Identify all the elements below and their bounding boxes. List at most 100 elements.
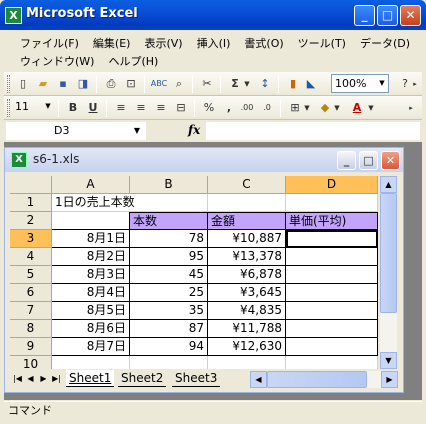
tab-sheet3[interactable]: Sheet3 [172,370,221,387]
tab-sheet1[interactable]: Sheet1 [66,370,115,387]
menu-format[interactable]: 書式(O) [238,33,291,51]
menu-data[interactable]: データ(D) [354,33,418,51]
open-icon[interactable]: ▰ [34,75,52,93]
tab-sheet2[interactable]: Sheet2 [118,370,167,387]
app-title-bar[interactable]: X Microsoft Excel _ □ ✕ [0,0,426,30]
toolbar-options-icon[interactable]: ▸ [406,99,416,117]
row-header[interactable]: 9 [10,338,52,356]
horizontal-scroll-thumb[interactable] [267,371,367,388]
workbook-close-button[interactable]: ✕ [381,151,400,170]
workbook-title-bar[interactable]: X s6-1.xls _ □ ✕ [5,148,403,172]
select-all-corner[interactable] [10,176,52,194]
cell-d10[interactable] [286,356,378,369]
cell-d9[interactable] [286,338,378,356]
cell-c10[interactable] [208,356,286,369]
column-header-a[interactable]: A [52,176,130,194]
row-header[interactable]: 5 [10,266,52,284]
cell-d3-active[interactable] [286,230,378,248]
formula-input[interactable] [206,122,420,140]
font-color-icon[interactable]: A [348,99,366,117]
cell-a6[interactable]: 8月4日 [52,284,130,302]
cell-c1[interactable] [208,194,286,212]
cut-icon[interactable]: ✂ [198,75,216,93]
column-header-d[interactable]: D [286,176,378,194]
cell-b4[interactable]: 95 [130,248,208,266]
save-icon[interactable]: ▪ [54,75,72,93]
cell-b10[interactable] [130,356,208,369]
last-sheet-icon[interactable]: ▶| [51,372,62,386]
first-sheet-icon[interactable]: |◀ [12,372,23,386]
align-left-icon[interactable]: ≡ [112,99,130,117]
prev-sheet-icon[interactable]: ◀ [25,372,36,386]
cell-c9[interactable]: ¥12,630 [208,338,286,356]
scroll-left-icon[interactable]: ◀ [250,371,267,388]
percent-style-button[interactable]: % [200,99,218,117]
drawing-icon[interactable]: ◣ [302,75,320,93]
spelling-icon[interactable]: ABC [150,75,168,93]
row-header[interactable]: 2 [10,212,52,230]
scroll-up-icon[interactable]: ▲ [380,176,397,193]
cell-d2[interactable]: 単価(平均) [286,212,378,230]
chevron-down-icon[interactable]: ▼ [42,98,54,115]
font-size-select[interactable]: 11 ▼ [12,98,54,117]
function-icon[interactable]: fx [188,123,200,137]
cell-c6[interactable]: ¥3,645 [208,284,286,302]
toolbar-options-icon[interactable]: ▸ [410,75,420,93]
cell-a9[interactable]: 8月7日 [52,338,130,356]
row-header[interactable]: 3 [10,230,52,248]
autosum-dropdown-icon[interactable]: ▼ [242,75,252,93]
cell-b7[interactable]: 35 [130,302,208,320]
cell-d1[interactable] [286,194,378,212]
cell-b9[interactable]: 94 [130,338,208,356]
menu-tools[interactable]: ツール(T) [292,33,354,51]
spreadsheet-grid[interactable]: A B C D 1 2 3 4 5 6 7 8 9 10 1日の売上本数 本数 … [10,176,378,369]
cell-d8[interactable] [286,320,378,338]
column-header-b[interactable]: B [130,176,208,194]
cell-b3[interactable]: 78 [130,230,208,248]
menu-window[interactable]: ウィンドウ(W) [14,51,102,69]
workbook-minimize-button[interactable]: _ [337,151,356,170]
decrease-decimal-icon[interactable]: .0 [258,99,276,117]
chevron-down-icon[interactable]: ▼ [134,122,140,139]
cell-c7[interactable]: ¥4,835 [208,302,286,320]
cell-c2[interactable]: 金額 [208,212,286,230]
close-button[interactable]: ✕ [400,5,421,26]
cell-c4[interactable]: ¥13,378 [208,248,286,266]
cell-a3[interactable]: 8月1日 [52,230,130,248]
name-box[interactable]: D3 ▼ [6,122,146,140]
new-icon[interactable]: ▯ [14,75,32,93]
permission-icon[interactable]: ◨ [74,75,92,93]
row-header[interactable]: 4 [10,248,52,266]
vertical-scrollbar[interactable]: ▲ ▼ [380,176,397,369]
menu-edit[interactable]: 編集(E) [87,33,139,51]
zoom-select[interactable]: 100% ▼ [331,74,389,93]
workbook-maximize-button[interactable]: □ [359,151,378,170]
cell-a8[interactable]: 8月6日 [52,320,130,338]
row-header[interactable]: 8 [10,320,52,338]
merge-center-icon[interactable]: ⊟ [172,99,190,117]
cell-b1[interactable] [130,194,208,212]
row-header[interactable]: 1 [10,194,52,212]
cell-b8[interactable]: 87 [130,320,208,338]
cell-c5[interactable]: ¥6,878 [208,266,286,284]
increase-decimal-icon[interactable]: .00 [238,99,256,117]
cell-d5[interactable] [286,266,378,284]
scroll-thumb[interactable] [380,193,397,313]
cell-a1[interactable]: 1日の売上本数 [52,194,135,212]
cell-a4[interactable]: 8月2日 [52,248,130,266]
cell-c8[interactable]: ¥11,788 [208,320,286,338]
chevron-down-icon[interactable]: ▼ [302,99,312,117]
chart-wizard-icon[interactable]: ▮ [284,75,302,93]
cell-b5[interactable]: 45 [130,266,208,284]
chevron-down-icon[interactable]: ▼ [376,75,388,92]
next-sheet-icon[interactable]: ▶ [38,372,49,386]
cell-c3[interactable]: ¥10,887 [208,230,286,248]
print-preview-icon[interactable]: ⊡ [122,75,140,93]
chevron-down-icon[interactable]: ▼ [332,99,342,117]
cell-b2[interactable]: 本数 [130,212,208,230]
row-header[interactable]: 7 [10,302,52,320]
print-icon[interactable]: ⎙ [102,75,120,93]
cell-a10[interactable] [52,356,130,369]
menu-help[interactable]: ヘルプ(H) [102,51,166,69]
scroll-right-icon[interactable]: ▶ [381,371,398,388]
